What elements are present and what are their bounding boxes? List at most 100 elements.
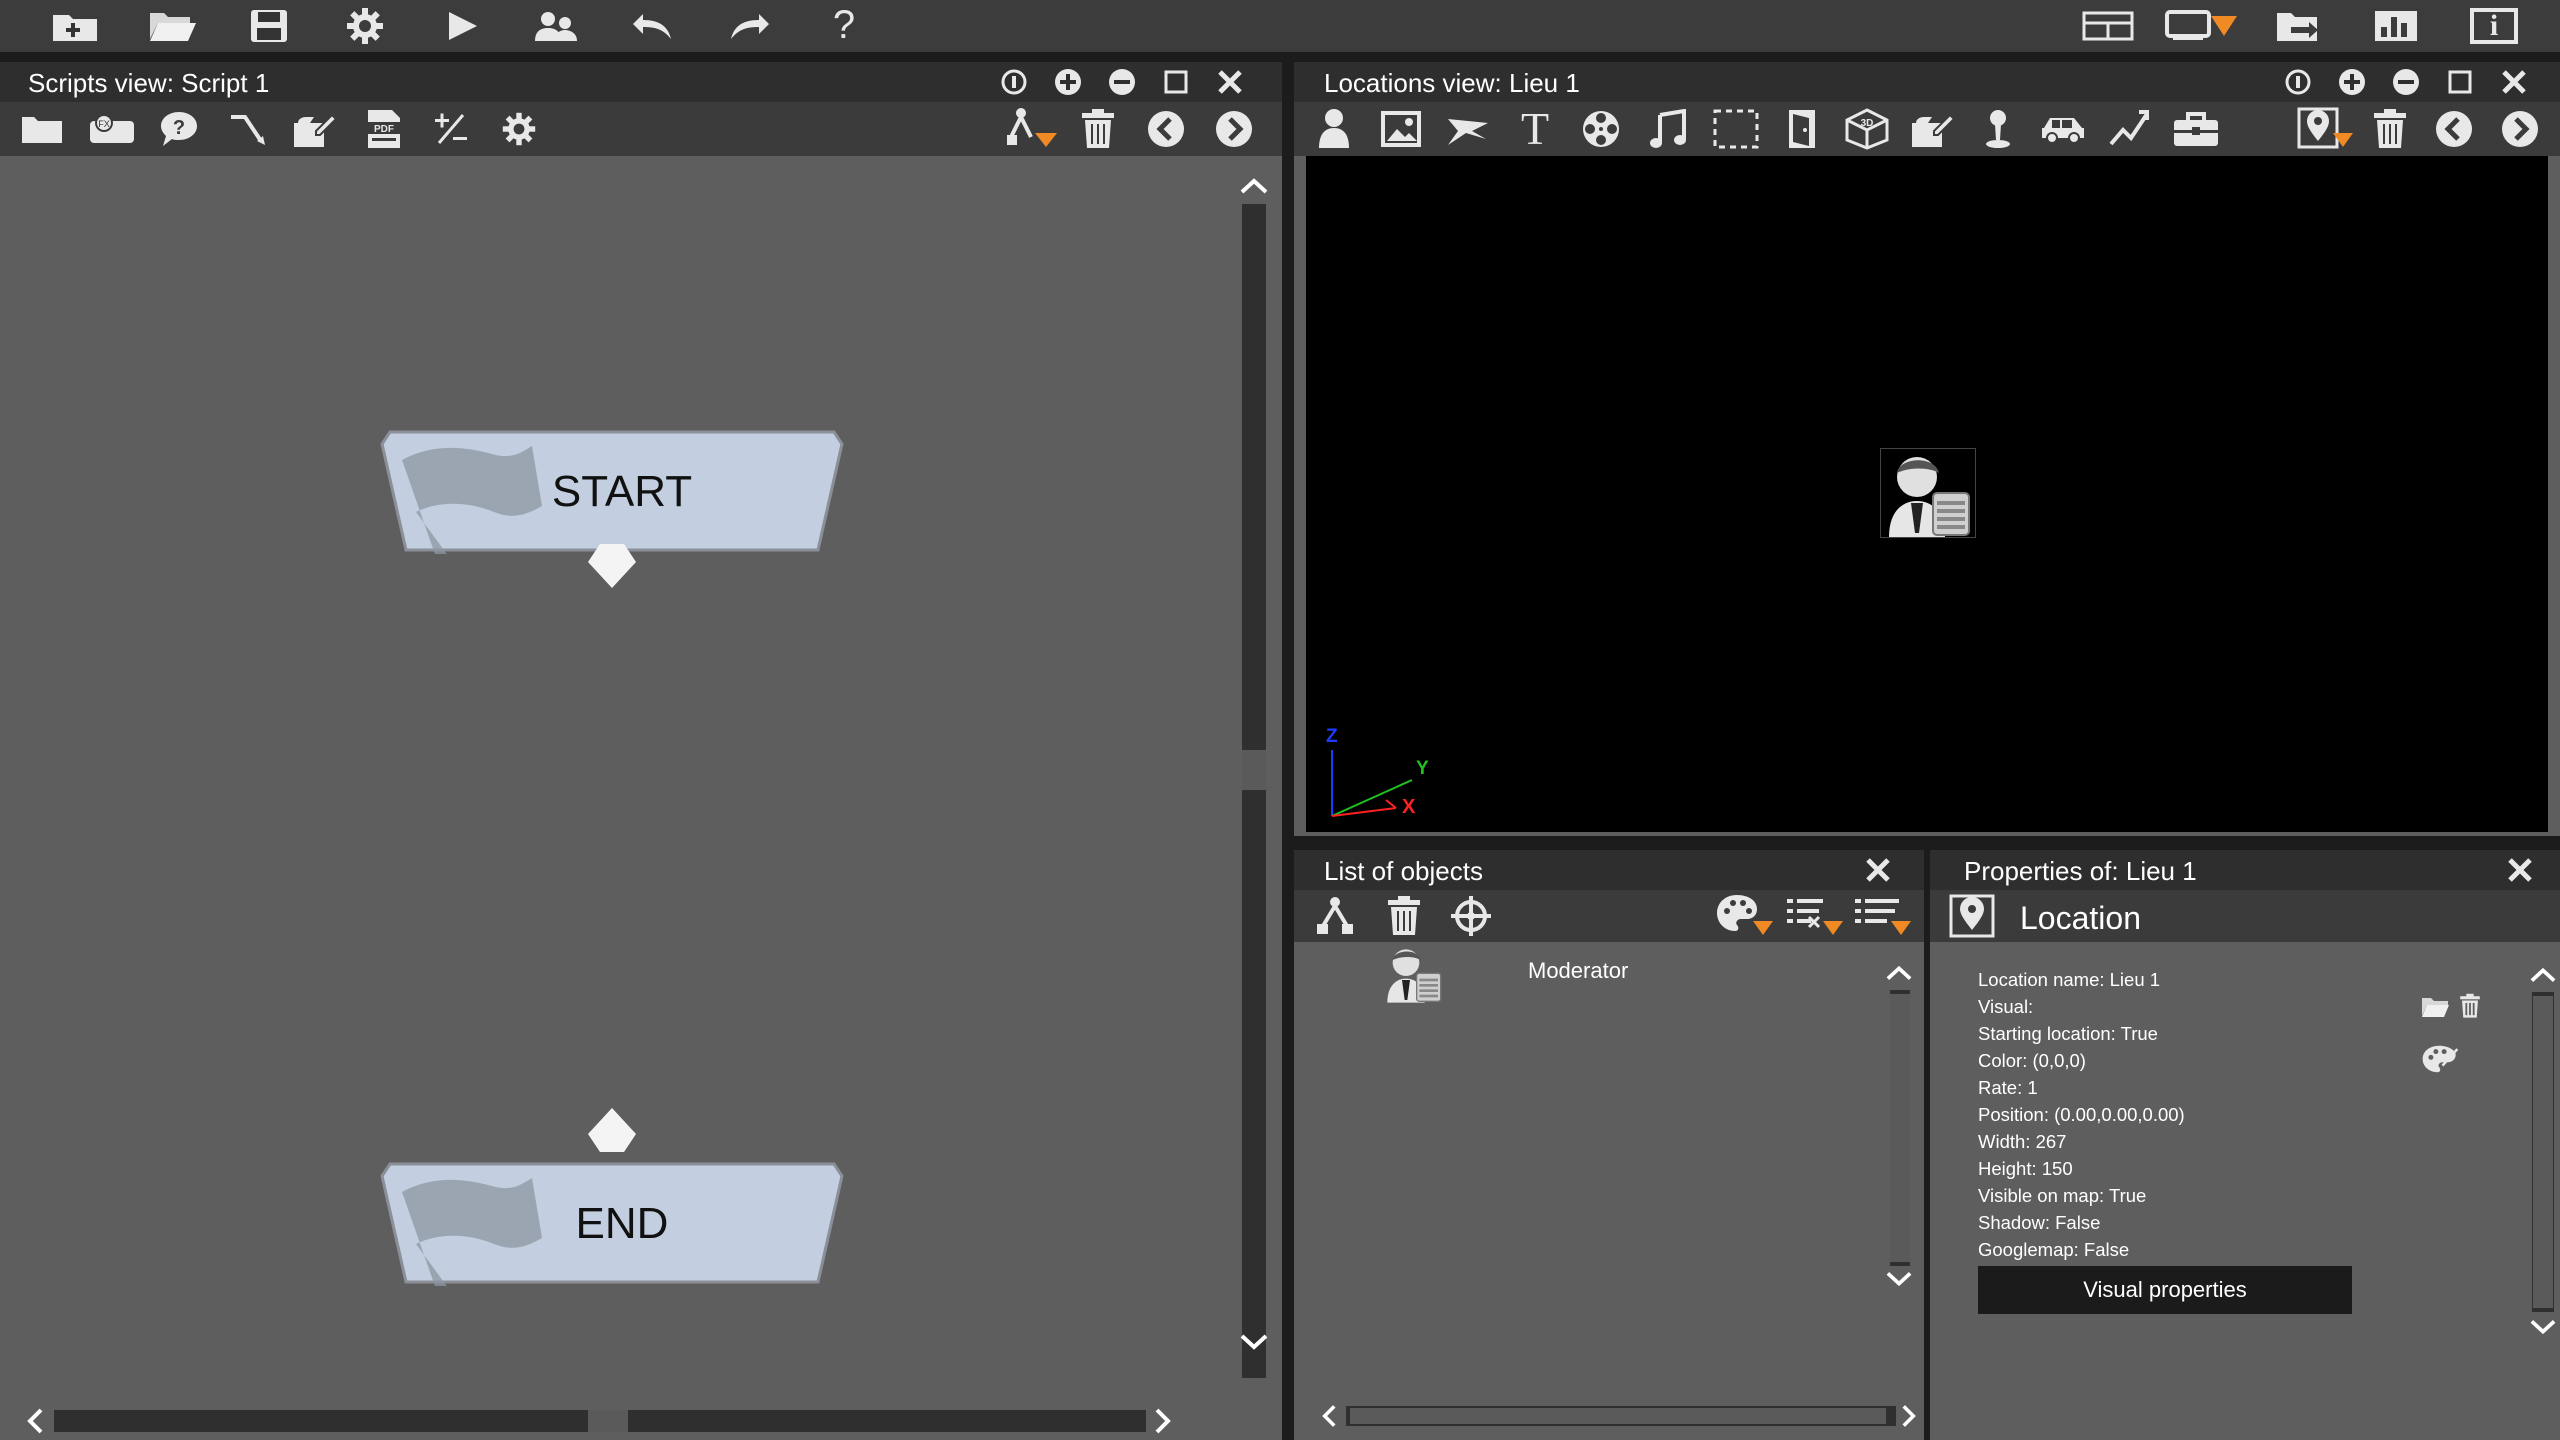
help-icon[interactable]: ? [822,2,866,48]
scroll-down-icon[interactable] [2528,1316,2558,1338]
tree-dropdown-icon[interactable] [1004,106,1060,152]
marker-pin-icon[interactable] [1978,106,2018,152]
palette-dropdown-icon[interactable] [1714,892,1776,940]
horizontal-splitter[interactable] [1294,836,2560,850]
moderator-map-object[interactable] [1880,448,1976,538]
surface-icon[interactable] [1444,106,1492,152]
tree-icon[interactable] [1312,894,1358,938]
redo-icon[interactable] [724,6,774,46]
edit-note-icon[interactable] [1908,106,1958,152]
axis-y-label: Y [1416,758,1429,779]
trash-icon[interactable] [1382,894,1426,938]
scripts-canvas[interactable]: START END [0,156,1282,1440]
folder-open-icon[interactable] [2418,992,2452,1022]
trash-icon[interactable] [1074,106,1122,152]
users-icon[interactable] [530,6,582,46]
selection-icon[interactable] [1710,106,1762,152]
path-icon[interactable] [2106,106,2152,152]
image-icon[interactable] [1378,106,1424,152]
display-dropdown-icon[interactable] [2164,6,2240,46]
layout-split-icon[interactable] [2080,8,2136,44]
end-connector-handle[interactable] [586,1106,638,1156]
add-icon[interactable] [1052,66,1084,98]
objects-vscroll-thumb[interactable] [1890,994,1910,1262]
plus-minus-icon[interactable] [428,108,474,150]
save-icon[interactable] [244,6,294,46]
close-icon[interactable] [1862,854,1894,886]
scroll-up-icon[interactable] [2528,964,2558,986]
scripts-hscroll-thumb[interactable] [588,1410,628,1432]
info-glyph: i [2470,8,2518,44]
scroll-right-icon[interactable] [1898,1402,1920,1430]
scroll-down-icon[interactable] [1236,1330,1272,1354]
question-bubble-icon[interactable]: ? [156,108,202,150]
trash-icon[interactable] [2456,990,2484,1022]
list-dropdown-icon[interactable] [1852,892,1914,940]
next-icon[interactable] [1212,108,1256,150]
visual-properties-button[interactable]: Visual properties [1978,1266,2352,1314]
person-icon[interactable] [1312,106,1356,152]
crosshair-icon[interactable] [1448,894,1494,938]
door-icon[interactable] [1780,106,1824,152]
trash-icon[interactable] [2366,106,2414,152]
scripts-hscroll-track[interactable] [54,1410,1146,1432]
text-icon[interactable]: T [1512,102,1558,154]
end-node[interactable]: END [380,1162,844,1286]
folder-icon[interactable] [18,108,66,150]
car-icon[interactable] [2038,106,2088,152]
minimize-icon[interactable] [1106,66,1138,98]
film-reel-icon[interactable] [1578,106,1624,152]
settings-gear-icon[interactable] [340,6,390,46]
gear-icon[interactable] [496,108,542,150]
prop-googlemap: Googlemap: False [1978,1239,2130,1260]
close-icon[interactable] [2498,66,2530,98]
scroll-left-icon[interactable] [1318,1402,1340,1430]
3d-glyph: 3D [1861,118,1874,129]
fx-icon[interactable]: FX [86,108,138,150]
stats-chart-icon[interactable] [2368,6,2424,46]
pdf-icon[interactable]: PDF [360,106,408,152]
palette-icon[interactable] [2420,1042,2460,1076]
prev-icon[interactable] [1144,108,1188,150]
next-icon[interactable] [2498,108,2542,150]
edit-note-icon[interactable] [290,106,340,152]
vertical-splitter[interactable] [1282,62,1294,1440]
3d-box-icon[interactable]: 3D [1842,106,1892,152]
properties-vscroll-thumb[interactable] [2533,996,2553,1308]
location-pin-dropdown-icon[interactable] [2296,106,2356,152]
open-folder-icon[interactable] [146,6,200,46]
start-node[interactable]: START [380,430,844,554]
scroll-up-icon[interactable] [1884,962,1914,984]
play-icon[interactable] [440,6,484,46]
scroll-right-icon[interactable] [1150,1406,1176,1436]
export-icon[interactable] [2272,6,2328,46]
scroll-up-icon[interactable] [1236,174,1272,198]
undo-icon[interactable] [628,6,678,46]
objects-hscroll-thumb[interactable] [1350,1408,1886,1424]
filter-list-dropdown-icon[interactable] [1784,892,1846,940]
connector-icon[interactable] [224,108,270,150]
list-item[interactable]: Moderator [1294,942,1874,1004]
maximize-icon[interactable] [2444,66,2476,98]
pin-icon[interactable] [998,66,1030,98]
briefcase-icon[interactable] [2170,106,2222,152]
info-icon[interactable]: i [2466,6,2522,46]
minimize-icon[interactable] [2390,66,2422,98]
scripts-vscroll-track[interactable] [1242,204,1266,1378]
close-icon[interactable] [1214,66,1246,98]
scripts-vscroll-thumb[interactable] [1242,750,1266,790]
properties-vscroll-track[interactable] [2532,992,2554,1312]
maximize-icon[interactable] [1160,66,1192,98]
prev-icon[interactable] [2432,108,2476,150]
objects-vscroll-track[interactable] [1890,990,1910,1266]
close-icon[interactable] [2504,854,2536,886]
scroll-left-icon[interactable] [22,1406,48,1436]
add-icon[interactable] [2336,66,2368,98]
locations-canvas[interactable]: Z Y X [1306,156,2548,832]
new-project-icon[interactable] [48,6,102,46]
music-icon[interactable] [1644,106,1690,152]
start-connector-handle[interactable] [586,540,638,590]
pin-icon[interactable] [2282,66,2314,98]
objects-hscroll-track[interactable] [1346,1406,1896,1426]
scroll-down-icon[interactable] [1884,1268,1914,1290]
